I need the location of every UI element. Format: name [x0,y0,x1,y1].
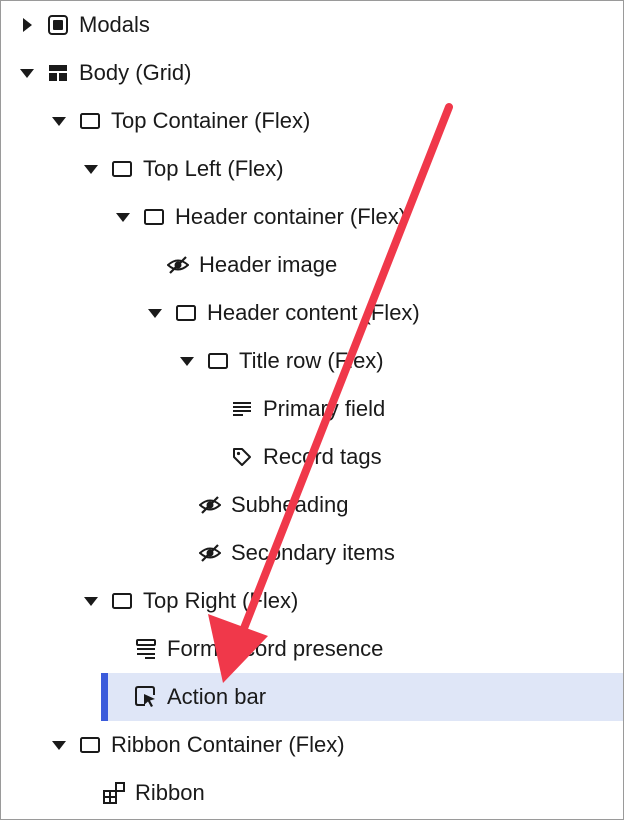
tree-item-label: Top Container (Flex) [111,108,311,133]
layer-tree: Modals Body (Grid) Top Container (Flex) … [1,1,623,817]
container-icon [111,590,133,612]
tree-item-label: Form record presence [167,636,384,661]
container-icon [207,350,229,372]
caret-down-icon[interactable] [17,63,37,83]
stack-icon [135,638,157,660]
text-lines-icon [231,398,253,420]
tree-item-label: Title row (Flex) [239,348,384,373]
tree-item-action-bar[interactable]: Action bar [101,673,623,721]
tree-item-form-record-presence[interactable]: Form record presence [1,625,623,673]
tree-item-title-row[interactable]: Title row (Flex) [1,337,623,385]
tree-item-label: Body (Grid) [79,60,192,85]
eye-off-icon [199,494,221,516]
modal-icon [47,14,69,36]
cursor-box-icon [135,686,157,708]
tree-item-label: Action bar [167,684,267,709]
tree-item-top-container[interactable]: Top Container (Flex) [1,97,623,145]
container-icon [111,158,133,180]
tree-item-label: Modals [79,12,150,37]
container-icon [175,302,197,324]
tree-item-record-tags[interactable]: Record tags [1,433,623,481]
tree-item-ribbon[interactable]: Ribbon [1,769,623,817]
tree-item-label: Header container (Flex) [175,204,407,229]
tree-item-subheading[interactable]: Subheading [1,481,623,529]
container-icon [79,734,101,756]
caret-right-icon[interactable] [17,15,37,35]
caret-down-icon[interactable] [81,591,101,611]
tree-item-label: Ribbon Container (Flex) [111,732,345,757]
outline-panel: Modals Body (Grid) Top Container (Flex) … [0,0,624,820]
tree-item-secondary-items[interactable]: Secondary items [1,529,623,577]
tree-item-ribbon-container[interactable]: Ribbon Container (Flex) [1,721,623,769]
tree-item-top-left[interactable]: Top Left (Flex) [1,145,623,193]
tree-item-modals[interactable]: Modals [1,1,623,49]
ribbon-icon [103,782,125,804]
caret-down-icon[interactable] [81,159,101,179]
tree-item-label: Primary field [263,396,386,421]
caret-down-icon[interactable] [49,111,69,131]
tree-item-header-content[interactable]: Header content (Flex) [1,289,623,337]
caret-down-icon[interactable] [49,735,69,755]
caret-down-icon[interactable] [145,303,165,323]
tag-icon [231,446,253,468]
tree-item-label: Header image [199,252,338,277]
tree-item-label: Header content (Flex) [207,300,420,325]
tree-item-primary-field[interactable]: Primary field [1,385,623,433]
tree-item-label: Subheading [231,492,349,517]
caret-down-icon[interactable] [113,207,133,227]
caret-down-icon[interactable] [177,351,197,371]
eye-off-icon [199,542,221,564]
tree-item-label: Ribbon [135,780,205,805]
tree-item-label: Record tags [263,444,382,469]
tree-item-label: Secondary items [231,540,395,565]
tree-item-label: Top Right (Flex) [143,588,299,613]
tree-item-body-grid[interactable]: Body (Grid) [1,49,623,97]
tree-item-top-right[interactable]: Top Right (Flex) [1,577,623,625]
eye-off-icon [167,254,189,276]
container-icon [79,110,101,132]
tree-item-header-container[interactable]: Header container (Flex) [1,193,623,241]
tree-item-label: Top Left (Flex) [143,156,284,181]
grid-icon [47,62,69,84]
container-icon [143,206,165,228]
tree-item-header-image[interactable]: Header image [1,241,623,289]
